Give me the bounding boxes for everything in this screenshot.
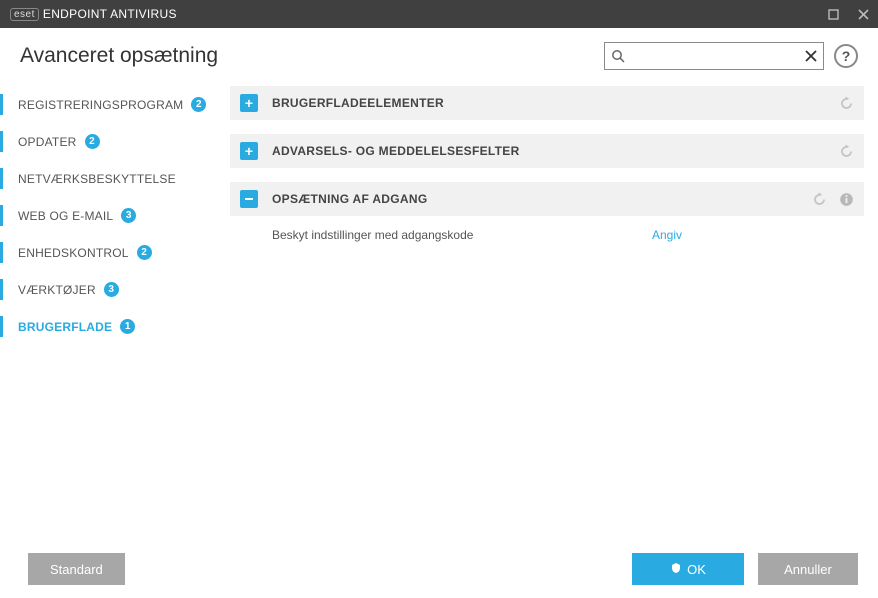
cancel-button[interactable]: Annuller bbox=[758, 553, 858, 585]
sidebar-item-device-control[interactable]: ENHEDSKONTROL 2 bbox=[0, 234, 218, 271]
setting-row-password-protect: Beskyt indstillinger med adgangskode Ang… bbox=[230, 216, 864, 254]
reset-icon[interactable] bbox=[839, 144, 854, 159]
search-input[interactable] bbox=[625, 49, 805, 64]
brand-logo: eset bbox=[10, 8, 39, 21]
search-icon bbox=[611, 49, 625, 63]
sidebar-item-tools[interactable]: VÆRKTØJER 3 bbox=[0, 271, 218, 308]
sidebar-badge: 1 bbox=[120, 319, 135, 334]
info-icon[interactable] bbox=[839, 192, 854, 207]
reset-icon[interactable] bbox=[839, 96, 854, 111]
active-bar-icon bbox=[0, 168, 3, 189]
sidebar: REGISTRERINGSPROGRAM 2 OPDATER 2 NETVÆRK… bbox=[0, 78, 218, 534]
reset-icon[interactable] bbox=[812, 192, 827, 207]
sidebar-item-label: NETVÆRKSBESKYTTELSE bbox=[18, 172, 176, 186]
search-box[interactable] bbox=[604, 42, 824, 70]
sidebar-item-label: WEB OG E-MAIL bbox=[18, 209, 113, 223]
sidebar-item-update[interactable]: OPDATER 2 bbox=[0, 123, 218, 160]
maximize-icon[interactable] bbox=[818, 0, 848, 28]
sidebar-item-network[interactable]: NETVÆRKSBESKYTTELSE bbox=[0, 160, 218, 197]
shield-icon bbox=[670, 562, 682, 577]
section-ui-elements[interactable]: + BRUGERFLADEELEMENTER bbox=[230, 86, 864, 120]
ok-button[interactable]: OK bbox=[632, 553, 744, 585]
sidebar-item-label: OPDATER bbox=[18, 135, 77, 149]
active-bar-icon bbox=[0, 242, 3, 263]
body-area: REGISTRERINGSPROGRAM 2 OPDATER 2 NETVÆRK… bbox=[0, 78, 878, 534]
default-button[interactable]: Standard bbox=[28, 553, 125, 585]
window-controls bbox=[818, 0, 878, 28]
sidebar-item-label: ENHEDSKONTROL bbox=[18, 246, 129, 260]
footer: Standard OK Annuller bbox=[0, 540, 878, 598]
sidebar-badge: 3 bbox=[121, 208, 136, 223]
sidebar-item-ui[interactable]: BRUGERFLADE 1 bbox=[0, 308, 218, 345]
section-title: OPSÆTNING AF ADGANG bbox=[272, 192, 427, 206]
app-brand: eset ENDPOINT ANTIVIRUS bbox=[10, 7, 177, 21]
active-bar-icon bbox=[0, 316, 3, 337]
section-alerts[interactable]: + ADVARSELS- OG MEDDELELSESFELTER bbox=[230, 134, 864, 168]
section-access-setup[interactable]: OPSÆTNING AF ADGANG bbox=[230, 182, 864, 216]
setting-label: Beskyt indstillinger med adgangskode bbox=[272, 228, 652, 242]
active-bar-icon bbox=[0, 279, 3, 300]
expand-icon[interactable]: + bbox=[240, 142, 258, 160]
sidebar-item-label: VÆRKTØJER bbox=[18, 283, 96, 297]
main-panel: + BRUGERFLADEELEMENTER + ADVARSELS- OG M… bbox=[218, 78, 878, 534]
sidebar-badge: 2 bbox=[85, 134, 100, 149]
section-title: BRUGERFLADEELEMENTER bbox=[272, 96, 444, 110]
expand-icon[interactable]: + bbox=[240, 94, 258, 112]
section-title: ADVARSELS- OG MEDDELELSESFELTER bbox=[272, 144, 520, 158]
clear-icon[interactable] bbox=[805, 50, 817, 62]
active-bar-icon bbox=[0, 94, 3, 115]
sidebar-item-registration[interactable]: REGISTRERINGSPROGRAM 2 bbox=[0, 86, 218, 123]
brand-name: ENDPOINT ANTIVIRUS bbox=[43, 7, 177, 21]
titlebar: eset ENDPOINT ANTIVIRUS bbox=[0, 0, 878, 28]
sidebar-item-label: BRUGERFLADE bbox=[18, 320, 112, 334]
close-icon[interactable] bbox=[848, 0, 878, 28]
sidebar-item-label: REGISTRERINGSPROGRAM bbox=[18, 98, 183, 112]
collapse-icon[interactable] bbox=[240, 190, 258, 208]
ok-label: OK bbox=[687, 562, 706, 577]
sidebar-item-web-email[interactable]: WEB OG E-MAIL 3 bbox=[0, 197, 218, 234]
sidebar-badge: 3 bbox=[104, 282, 119, 297]
active-bar-icon bbox=[0, 205, 3, 226]
page-title: Avanceret opsætning bbox=[20, 44, 218, 68]
sidebar-badge: 2 bbox=[137, 245, 152, 260]
help-button[interactable]: ? bbox=[834, 44, 858, 68]
setting-action-link[interactable]: Angiv bbox=[652, 228, 682, 242]
active-bar-icon bbox=[0, 131, 3, 152]
header-row: Avanceret opsætning ? bbox=[0, 28, 878, 78]
sidebar-badge: 2 bbox=[191, 97, 206, 112]
